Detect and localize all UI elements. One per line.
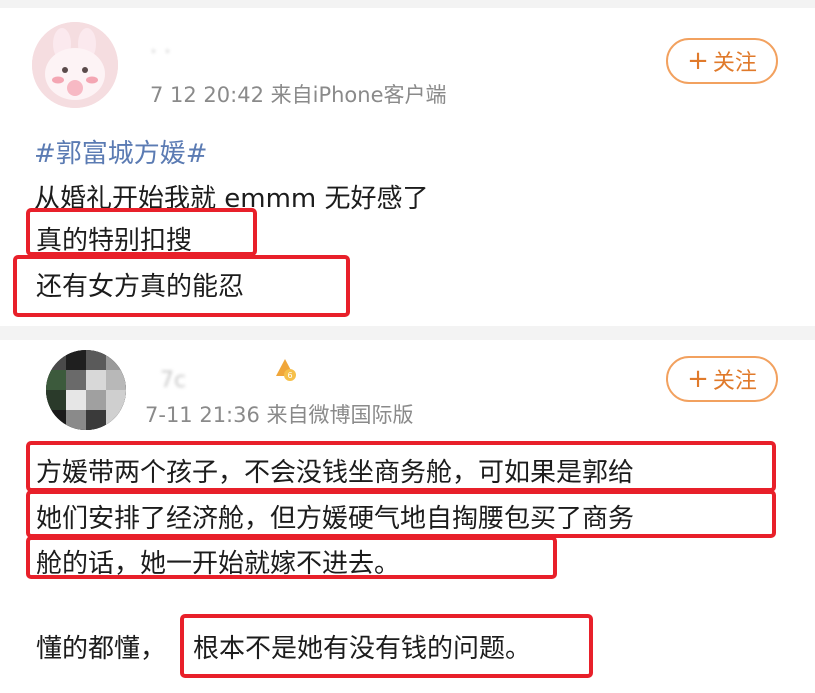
username[interactable]: 7c: [160, 368, 186, 393]
avatar[interactable]: [46, 350, 126, 430]
follow-button[interactable]: + 关注: [666, 356, 778, 402]
post-text-line: 她们安排了经济舱，但方媛硬气地自掏腰包买了商务: [36, 504, 635, 534]
bunny-avatar-icon: [32, 22, 118, 108]
follow-label: 关注: [712, 51, 757, 76]
post-text-line: 方媛带两个孩子，不会没钱坐商务舱，可如果是郭给: [36, 458, 635, 488]
avatar[interactable]: [32, 22, 118, 108]
vip-badge-icon: 6: [272, 356, 298, 382]
plus-icon: +: [687, 364, 709, 394]
post-time-source: 7 12 20:42 来自iPhone客户端: [150, 83, 447, 107]
post-text-line: 真的特别扣搜: [36, 226, 193, 256]
top-divider: [0, 0, 815, 8]
username[interactable]: · ·: [150, 40, 171, 65]
follow-button[interactable]: + 关注: [666, 38, 778, 84]
post-text-line: 懂的都懂，: [36, 634, 167, 664]
post-text-line: 根本不是她有没有钱的问题。: [193, 634, 532, 664]
svg-text:6: 6: [287, 371, 292, 380]
post-text-line: 舱的话，她一开始就嫁不进去。: [36, 549, 401, 579]
hashtag-link[interactable]: #郭富城方媛#: [34, 133, 208, 170]
plus-icon: +: [687, 46, 709, 76]
follow-label: 关注: [712, 369, 757, 394]
post-time-source: 7-11 21:36 来自微博国际版: [145, 403, 414, 427]
post-text-line: 还有女方真的能忍: [36, 272, 245, 302]
pixelated-avatar-icon: [46, 350, 126, 430]
post-divider: [0, 326, 815, 340]
